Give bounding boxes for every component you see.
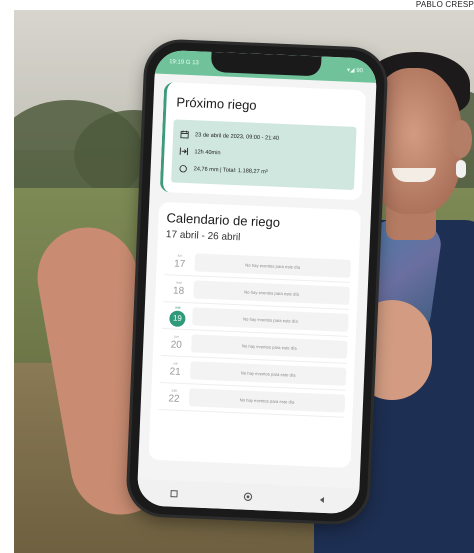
back-icon[interactable]	[314, 492, 331, 509]
day-number: 22	[168, 393, 180, 405]
phone-screen: 19:19 G 13 ▾◢ 90 Próximo riego 23 de abr…	[136, 49, 378, 515]
calendar-icon	[179, 129, 189, 139]
person-ear	[450, 120, 472, 158]
day-weekday: mié	[174, 305, 181, 310]
day-number-today: 19	[169, 309, 186, 327]
recent-apps-icon[interactable]	[166, 485, 183, 502]
photograph: 19:19 G 13 ▾◢ 90 Próximo riego 23 de abr…	[14, 10, 474, 553]
status-icons: ▾◢ 90	[346, 67, 364, 74]
water-drop-icon	[177, 163, 187, 173]
home-icon[interactable]	[240, 488, 257, 505]
irrigation-amount: 24,76 mm | Total: 1.188,27 m³	[193, 165, 268, 175]
day-event: No hay eventos para este día	[188, 388, 346, 413]
smartphone: 19:19 G 13 ▾◢ 90 Próximo riego 23 de abr…	[128, 41, 386, 523]
irrigation-date: 23 de abril de 2023, 09:00 - 21:40	[194, 131, 280, 142]
calendar-range: 17 abril - 26 abril	[165, 229, 241, 244]
day-event: No hay eventos para este día	[193, 280, 350, 305]
irrigation-calendar: Calendario de riego 17 abril - 26 abril …	[148, 201, 362, 469]
android-nav-bar	[136, 479, 360, 515]
photo-credit: PABLO CRESP	[415, 0, 474, 9]
day-number: 21	[169, 366, 181, 378]
earbud	[456, 160, 466, 178]
irrigation-duration: 12h 40min	[194, 148, 221, 156]
duration-icon	[178, 146, 188, 156]
next-irrigation-card[interactable]: Próximo riego 23 de abril de 2023, 09:00…	[159, 81, 367, 201]
day-number: 18	[172, 285, 185, 297]
next-irrigation-title: Próximo riego	[176, 94, 257, 113]
day-event: No hay eventos para este día	[189, 361, 347, 386]
status-time: 19:19 G 13	[169, 59, 199, 67]
day-number: 17	[173, 258, 186, 270]
day-number: 20	[170, 339, 183, 351]
day-event: No hay eventos para este día	[194, 253, 352, 278]
irrigation-info-box: 23 de abril de 2023, 09:00 - 21:40 12h 4…	[171, 119, 357, 190]
day-event: No hay eventos para este día	[192, 307, 349, 332]
day-event: No hay eventos para este día	[190, 334, 348, 359]
